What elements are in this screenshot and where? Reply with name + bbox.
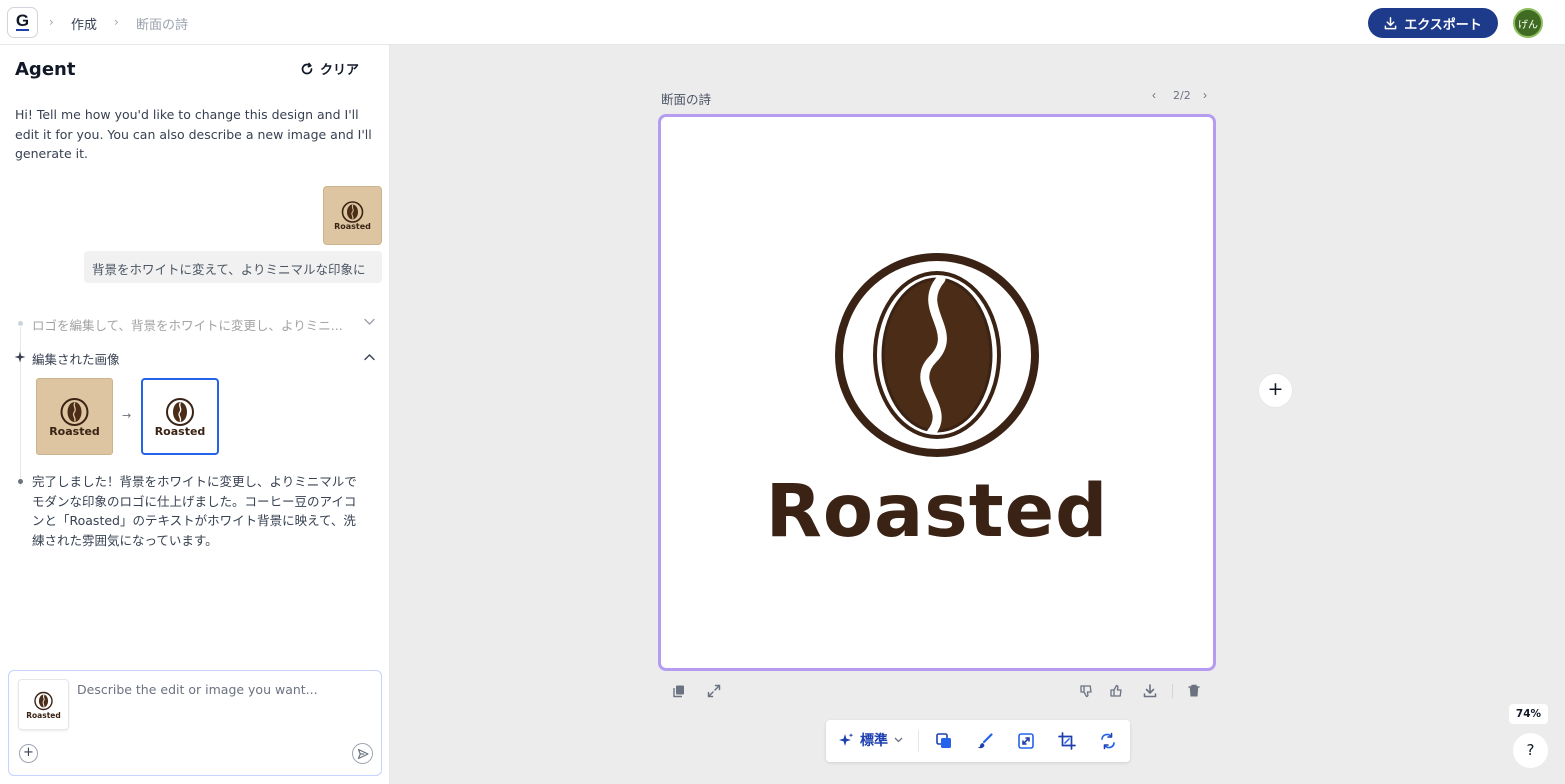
- toolbar-separator: [918, 730, 919, 752]
- clear-button[interactable]: クリア: [300, 59, 359, 78]
- brush-icon[interactable]: [974, 730, 996, 752]
- breadcrumb-current: 断面の詩: [136, 18, 189, 33]
- agent-intro-message: Hi! Tell me how you'd like to change thi…: [15, 107, 372, 161]
- thumbnail-wordmark: Roasted: [49, 425, 100, 438]
- artboard[interactable]: Roasted: [658, 114, 1216, 671]
- chevron-right-icon[interactable]: ›: [1203, 88, 1207, 102]
- download-icon[interactable]: [1139, 680, 1161, 702]
- mode-label: 標準: [860, 732, 888, 748]
- chevron-left-icon[interactable]: ‹: [1152, 88, 1156, 102]
- export-button[interactable]: エクスポート: [1368, 8, 1498, 38]
- swap-icon[interactable]: [1097, 730, 1119, 752]
- zoom-level[interactable]: 74%: [1509, 704, 1548, 724]
- chevron-right-icon: ›: [49, 15, 54, 29]
- top-bar: G › 作成 › 断面の詩 エクスポート げん: [0, 0, 1565, 45]
- thumbs-down-icon[interactable]: [1075, 680, 1097, 702]
- app-logo[interactable]: G: [7, 7, 38, 38]
- export-label: エクスポート: [1404, 16, 1482, 32]
- canvas-title: 断面の詩: [661, 92, 712, 107]
- user-message: 背景をホワイトに変えて、よりミニマルな印象に: [84, 251, 382, 283]
- timeline-dot: [18, 321, 23, 326]
- coffee-bean-icon: [341, 201, 364, 223]
- app-logo-letter: G: [15, 11, 30, 31]
- coffee-bean-icon: [34, 691, 53, 711]
- chevron-right-icon: ›: [114, 15, 119, 29]
- input-attachment-thumbnail[interactable]: Roasted: [18, 679, 69, 730]
- chat-input[interactable]: [77, 679, 373, 699]
- agent-title: Agent: [15, 59, 76, 80]
- resize-icon[interactable]: [1015, 730, 1037, 752]
- before-image-thumbnail[interactable]: Roasted: [36, 378, 113, 455]
- breadcrumb-create[interactable]: 作成: [71, 14, 97, 33]
- after-image-thumbnail[interactable]: Roasted: [141, 378, 219, 455]
- chevron-down-icon[interactable]: [364, 318, 375, 326]
- sparkle-icon: [14, 351, 26, 363]
- copy-icon[interactable]: [668, 680, 690, 702]
- coffee-bean-logo: [835, 253, 1039, 457]
- chat-input-box: Roasted +: [8, 670, 382, 776]
- agent-done-message: 完了しました！背景をホワイトに変更し、よりミニマルでモダンな印象のロゴに仕上げま…: [32, 474, 357, 548]
- mode-selector[interactable]: 標準: [838, 730, 903, 750]
- refresh-icon: [301, 62, 313, 74]
- sparkle-icon: [839, 733, 854, 746]
- user-attachment-thumbnail[interactable]: Roasted: [323, 186, 382, 245]
- logo-wordmark: Roasted: [765, 469, 1109, 554]
- plus-icon[interactable]: +: [19, 744, 38, 763]
- timeline-dot: [18, 479, 23, 484]
- send-icon: [357, 748, 369, 759]
- chevron-up-icon[interactable]: [364, 353, 375, 361]
- page-indicator: 2/2: [1173, 89, 1191, 102]
- coffee-bean-icon: [166, 398, 194, 426]
- agent-sidebar: Agent クリア Hi! Tell me how you'd like to …: [0, 45, 390, 784]
- trash-icon[interactable]: [1183, 680, 1205, 702]
- avatar[interactable]: げん: [1513, 8, 1543, 38]
- arrow-right-icon: →: [122, 409, 132, 422]
- edit-toolbar: 標準: [826, 720, 1130, 762]
- clear-label: クリア: [320, 62, 360, 77]
- help-button[interactable]: ?: [1513, 733, 1548, 768]
- step-edited-title: 編集された画像: [32, 352, 120, 367]
- add-page-button[interactable]: +: [1258, 373, 1293, 408]
- layers-icon[interactable]: [933, 730, 955, 752]
- download-icon: [1384, 16, 1397, 29]
- coffee-bean-icon: [60, 398, 89, 426]
- expand-icon[interactable]: [703, 680, 725, 702]
- thumbs-up-icon[interactable]: [1105, 680, 1127, 702]
- chevron-down-icon: [894, 737, 903, 743]
- crop-icon[interactable]: [1056, 730, 1078, 752]
- thumbnail-wordmark: Roasted: [154, 425, 206, 438]
- thumbnail-wordmark: Roasted: [334, 222, 371, 231]
- thumbnail-wordmark: Roasted: [26, 711, 61, 720]
- send-button[interactable]: [352, 743, 373, 764]
- divider: [1172, 684, 1173, 698]
- step-collapsed-text[interactable]: ロゴを編集して、背景をホワイトに変更し、よりミニ...: [32, 315, 352, 334]
